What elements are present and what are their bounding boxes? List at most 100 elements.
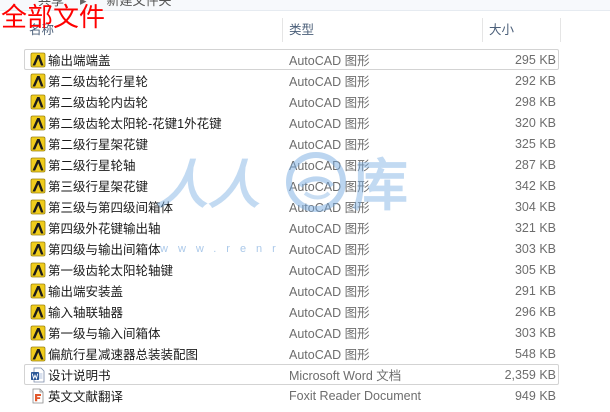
file-name-cell[interactable]: 第一级与输入间箱体 — [25, 323, 283, 342]
file-name: 第一级齿轮太阳轮轴键 — [48, 264, 174, 278]
explorer-window: 共享 ▸ 新建文件夹 全部文件 名称 类型 大小 输出端端盖 AutoCAD 图形… — [0, 0, 610, 412]
file-name: 第二级齿轮行星轮 — [48, 75, 149, 89]
file-row[interactable]: 第三级与第四级间箱体 AutoCAD 图形 304 KB — [24, 196, 559, 217]
file-name: 输入轴联轴器 — [48, 306, 124, 320]
file-size: 949 KB — [514, 388, 556, 403]
file-type: AutoCAD 图形 — [289, 285, 370, 299]
file-name-cell[interactable]: 第一级齿轮太阳轮轴键 — [25, 260, 283, 279]
file-name: 设计说明书 — [48, 369, 111, 383]
file-type: AutoCAD 图形 — [289, 348, 370, 362]
file-name-cell[interactable]: 第二级齿轮太阳轮-花键1外花键 — [25, 113, 283, 132]
autocad-drawing-icon — [30, 94, 46, 110]
file-row[interactable]: 第二级齿轮行星轮 AutoCAD 图形 292 KB — [24, 70, 559, 91]
file-size: 298 KB — [514, 94, 556, 109]
file-type: AutoCAD 图形 — [289, 264, 370, 278]
file-row[interactable]: 第四级与输出间箱体 AutoCAD 图形 303 KB — [24, 238, 559, 259]
autocad-drawing-icon — [30, 325, 46, 341]
file-type: AutoCAD 图形 — [289, 201, 370, 215]
file-type: AutoCAD 图形 — [289, 159, 370, 173]
autocad-drawing-icon — [30, 199, 46, 215]
file-size: 320 KB — [514, 115, 556, 130]
file-row[interactable]: 设计说明书 Microsoft Word 文档 2,359 KB — [24, 364, 559, 385]
file-size: 342 KB — [514, 178, 556, 193]
autocad-drawing-icon — [30, 283, 46, 299]
column-header-type[interactable]: 类型 — [283, 18, 483, 42]
file-name: 第三级与第四级间箱体 — [48, 201, 174, 215]
file-name: 第二级行星轮轴 — [48, 159, 136, 173]
file-row[interactable]: 第四级外花键输出轴 AutoCAD 图形 321 KB — [24, 217, 559, 238]
file-row[interactable]: 输出端端盖 AutoCAD 图形 295 KB — [24, 49, 559, 70]
file-row[interactable]: 输出端安装盖 AutoCAD 图形 291 KB — [24, 280, 559, 301]
file-name: 第二级行星架花键 — [48, 138, 149, 152]
file-size: 305 KB — [514, 262, 556, 277]
overlay-title: 全部文件 — [1, 2, 106, 32]
autocad-drawing-icon — [30, 157, 46, 173]
file-name-cell[interactable]: 偏航行星减速器总装装配图 — [25, 344, 283, 363]
file-row[interactable]: 第三级行星架花键 AutoCAD 图形 342 KB — [24, 175, 559, 196]
file-name-cell[interactable]: 英文文献翻译 — [25, 386, 283, 405]
autocad-drawing-icon — [30, 115, 46, 131]
file-name: 输出端端盖 — [48, 54, 111, 68]
file-name-cell[interactable]: 输出端端盖 — [25, 50, 283, 69]
file-size: 2,359 KB — [504, 367, 556, 382]
file-row[interactable]: 第二级行星架花键 AutoCAD 图形 325 KB — [24, 133, 559, 154]
file-name: 输出端安装盖 — [48, 285, 124, 299]
autocad-drawing-icon — [30, 178, 46, 194]
file-name-cell[interactable]: 第四级与输出间箱体 — [25, 239, 283, 258]
file-type: AutoCAD 图形 — [289, 327, 370, 341]
file-type: AutoCAD 图形 — [289, 96, 370, 110]
file-name: 第二级齿轮内齿轮 — [48, 96, 149, 110]
file-row[interactable]: 偏航行星减速器总装装配图 AutoCAD 图形 548 KB — [24, 343, 559, 364]
file-size: 325 KB — [514, 136, 556, 151]
file-name: 第三级行星架花键 — [48, 180, 149, 194]
file-type: AutoCAD 图形 — [289, 180, 370, 194]
column-header-size[interactable]: 大小 — [483, 18, 561, 42]
autocad-drawing-icon — [30, 136, 46, 152]
autocad-drawing-icon — [30, 220, 46, 236]
file-name-cell[interactable]: 第二级齿轮行星轮 — [25, 71, 283, 90]
file-row[interactable]: 英文文献翻译 Foxit Reader Document 949 KB — [24, 385, 559, 406]
file-size: 548 KB — [514, 346, 556, 361]
file-type: AutoCAD 图形 — [289, 138, 370, 152]
file-size: 295 KB — [514, 52, 556, 67]
file-name-cell[interactable]: 第二级齿轮内齿轮 — [25, 92, 283, 111]
file-size: 321 KB — [514, 220, 556, 235]
file-type: AutoCAD 图形 — [289, 222, 370, 236]
autocad-drawing-icon — [30, 241, 46, 257]
file-type: Foxit Reader Document — [289, 388, 422, 403]
file-type: AutoCAD 图形 — [289, 243, 370, 257]
file-type: AutoCAD 图形 — [289, 54, 370, 68]
file-list: 输出端端盖 AutoCAD 图形 295 KB 第二级齿轮行星轮 AutoCAD 图形 2… — [24, 49, 559, 406]
breadcrumb-item-new-folder[interactable]: 新建文件夹 — [107, 0, 172, 9]
file-row[interactable]: 第一级齿轮太阳轮轴键 AutoCAD 图形 305 KB — [24, 259, 559, 280]
file-name-cell[interactable]: 第三级行星架花键 — [25, 176, 283, 195]
file-type: AutoCAD 图形 — [289, 306, 370, 320]
word-document-icon — [30, 367, 46, 383]
file-row[interactable]: 输入轴联轴器 AutoCAD 图形 296 KB — [24, 301, 559, 322]
file-type: AutoCAD 图形 — [289, 117, 370, 131]
file-name-cell[interactable]: 输出端安装盖 — [25, 281, 283, 300]
file-size: 292 KB — [514, 73, 556, 88]
file-row[interactable]: 第二级齿轮内齿轮 AutoCAD 图形 298 KB — [24, 91, 559, 112]
file-size: 296 KB — [514, 304, 556, 319]
file-name: 第四级外花键输出轴 — [48, 222, 161, 236]
file-name: 英文文献翻译 — [48, 390, 124, 404]
file-row[interactable]: 第二级行星轮轴 AutoCAD 图形 287 KB — [24, 154, 559, 175]
file-name-cell[interactable]: 第二级行星轮轴 — [25, 155, 283, 174]
file-name-cell[interactable]: 第三级与第四级间箱体 — [25, 197, 283, 216]
file-name-cell[interactable]: 第二级行星架花键 — [25, 134, 283, 153]
autocad-drawing-icon — [30, 262, 46, 278]
file-type: Microsoft Word 文档 — [289, 369, 402, 383]
file-name-cell[interactable]: 输入轴联轴器 — [25, 302, 283, 321]
foxit-pdf-document-icon — [30, 388, 46, 404]
autocad-drawing-icon — [30, 73, 46, 89]
file-name-cell[interactable]: 设计说明书 — [25, 365, 283, 384]
file-name: 第二级齿轮太阳轮-花键1外花键 — [48, 117, 222, 131]
file-size: 291 KB — [514, 283, 556, 298]
file-row[interactable]: 第一级与输入间箱体 AutoCAD 图形 303 KB — [24, 322, 559, 343]
file-row[interactable]: 第二级齿轮太阳轮-花键1外花键 AutoCAD 图形 320 KB — [24, 112, 559, 133]
file-type: AutoCAD 图形 — [289, 75, 370, 89]
file-name-cell[interactable]: 第四级外花键输出轴 — [25, 218, 283, 237]
file-size: 304 KB — [514, 199, 556, 214]
autocad-drawing-icon — [30, 304, 46, 320]
